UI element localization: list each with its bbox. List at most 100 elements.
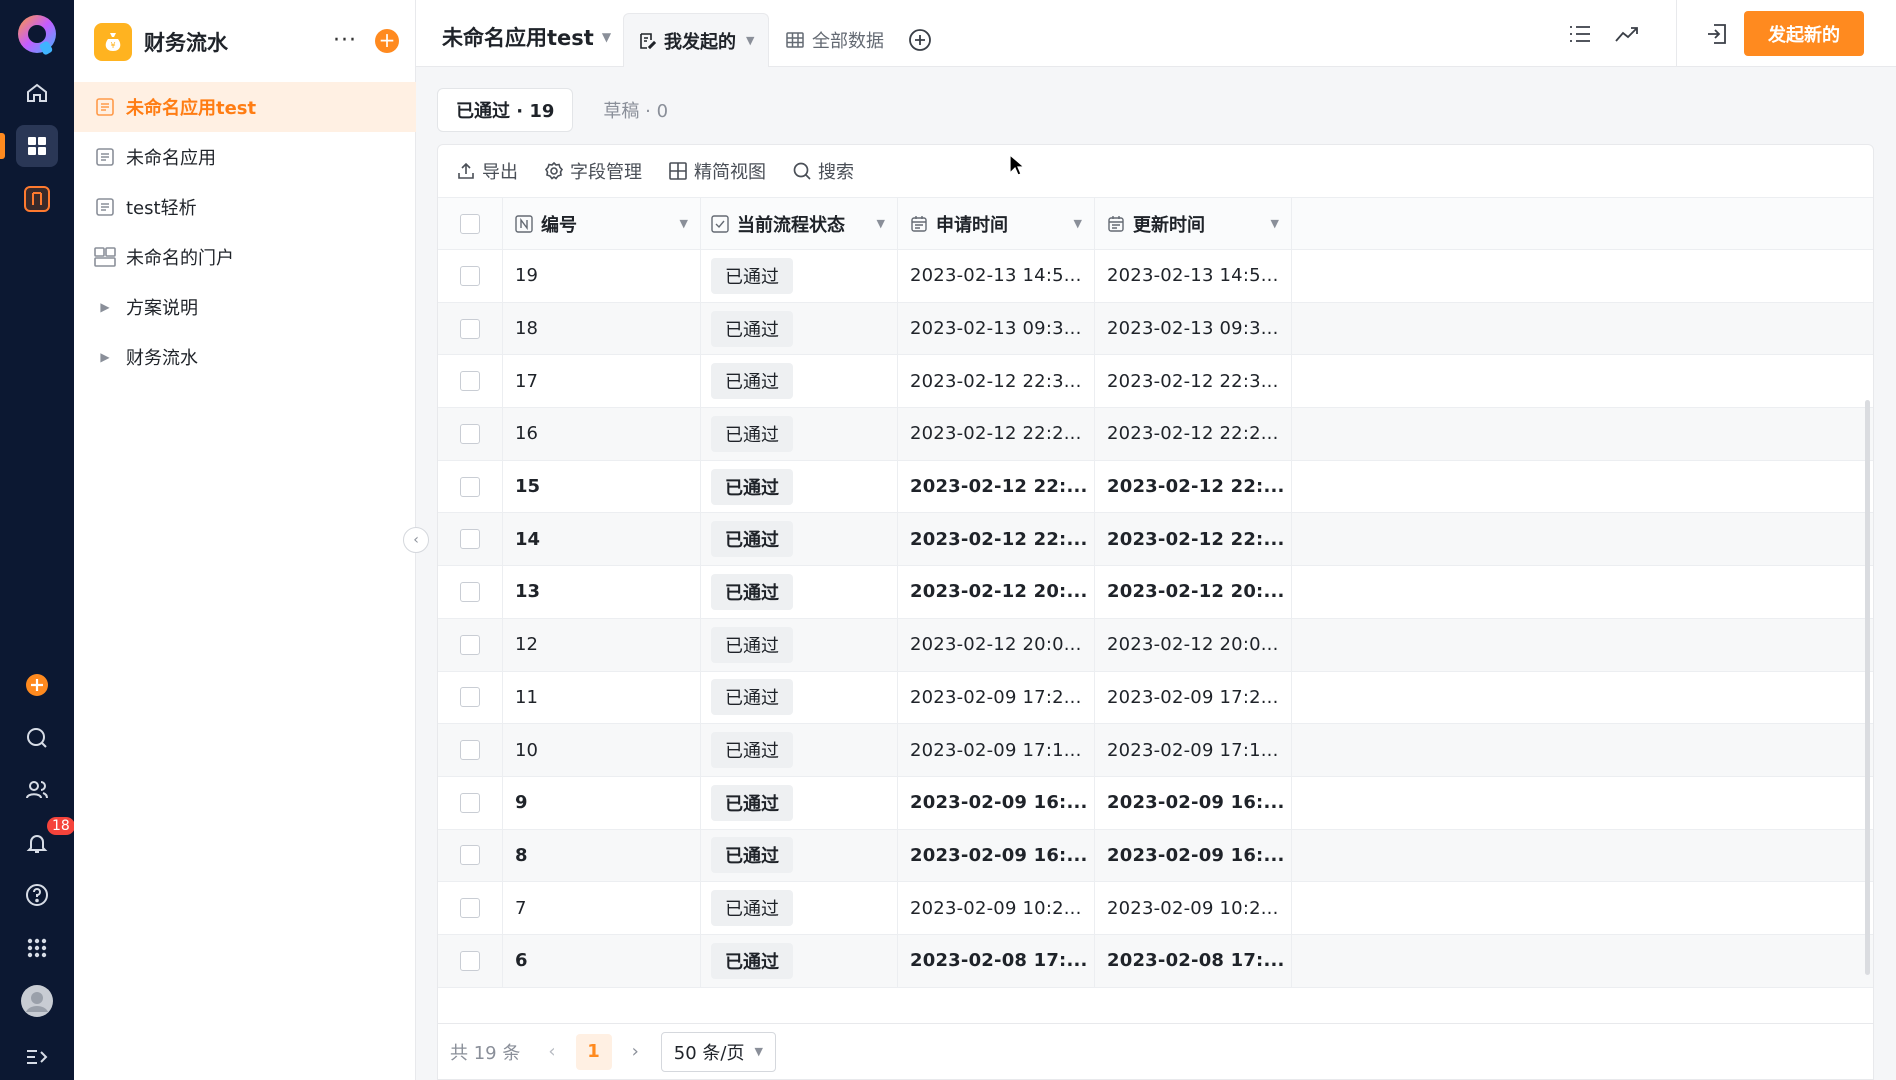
table-row[interactable]: 11 已通过 2023-02-09 17:2... 2023-02-09 17:2..… xyxy=(438,671,1873,725)
row-checkbox[interactable] xyxy=(460,529,480,550)
field-management-label: 字段管理 xyxy=(570,162,642,183)
row-checkbox[interactable] xyxy=(460,845,480,866)
sidebar-item-unnamed-app[interactable]: 未命名应用 xyxy=(74,132,416,182)
row-checkbox[interactable] xyxy=(460,792,480,813)
table-row[interactable]: 13 已通过 2023-02-12 20:... 2023-02-12 20:... xyxy=(438,566,1873,619)
cell-id: 8 xyxy=(503,829,701,882)
status-badge: 已通过 xyxy=(711,573,793,610)
add-view-icon[interactable] xyxy=(908,28,932,52)
cell-status: 已通过 xyxy=(701,724,898,776)
cell-applied-time: 2023-02-13 09:3... xyxy=(898,302,1095,355)
caret-right-icon[interactable]: ▶ xyxy=(94,350,116,364)
tab-drafts[interactable]: 草稿 · 0 xyxy=(585,88,686,132)
chevron-down-icon[interactable]: ▼ xyxy=(680,217,688,230)
table-row[interactable]: 14 已通过 2023-02-12 22:... 2023-02-12 22:... xyxy=(438,513,1873,567)
create-icon[interactable] xyxy=(16,664,58,706)
contacts-icon[interactable] xyxy=(16,769,58,811)
search-icon[interactable] xyxy=(16,717,58,759)
row-checkbox[interactable] xyxy=(460,740,480,761)
select-all-checkbox[interactable] xyxy=(460,213,480,234)
table-row[interactable]: 16 已通过 2023-02-12 22:2... 2023-02-12 22:2..… xyxy=(438,408,1873,461)
chevron-down-icon[interactable]: ▼ xyxy=(1074,217,1082,230)
sidebar-item-portal[interactable]: 未命名的门户 xyxy=(74,232,416,282)
chevron-down-icon[interactable]: ▼ xyxy=(1271,217,1279,230)
list-view-icon[interactable] xyxy=(1566,20,1594,48)
start-new-button[interactable]: 发起新的 xyxy=(1744,11,1864,56)
prev-page-icon[interactable]: ‹ xyxy=(548,1041,555,1062)
expand-nav-icon[interactable] xyxy=(16,1036,58,1078)
row-checkbox[interactable] xyxy=(460,898,480,919)
row-checkbox[interactable] xyxy=(460,581,480,602)
sidebar-item-plan-notes[interactable]: ▶ 方案说明 xyxy=(74,282,416,332)
table-row[interactable]: 10 已通过 2023-02-09 17:1... 2023-02-09 17:1..… xyxy=(438,724,1873,777)
current-page[interactable]: 1 xyxy=(575,1033,612,1070)
row-checkbox[interactable] xyxy=(460,687,480,708)
more-options-icon[interactable]: ··· xyxy=(333,28,357,53)
table-row[interactable]: 12 已通过 2023-02-12 20:0... 2023-02-12 20:0..… xyxy=(438,618,1873,672)
app-name-dropdown[interactable]: 未命名应用test ▼ xyxy=(442,22,611,52)
caret-right-icon[interactable]: ▶ xyxy=(94,300,116,314)
workspace-icon[interactable] xyxy=(16,125,58,167)
field-management-button[interactable]: 字段管理 xyxy=(544,158,642,184)
tab-my-initiated[interactable]: 我发起的 ▼ xyxy=(623,13,770,67)
column-header-status[interactable]: 当前流程状态 ▼ xyxy=(701,198,898,249)
row-checkbox[interactable] xyxy=(460,318,480,339)
row-checkbox[interactable] xyxy=(460,634,480,655)
sidebar-item-finance-flow[interactable]: ▶ 财务流水 xyxy=(74,332,416,382)
apps-grid-icon[interactable] xyxy=(16,927,58,969)
total-count: 共 19 条 xyxy=(450,1042,521,1064)
table-row[interactable]: 18 已通过 2023-02-13 09:3... 2023-02-13 09:3..… xyxy=(438,302,1873,356)
column-header-id[interactable]: 编号 ▼ xyxy=(503,198,701,249)
sidebar-item-unnamed-app-test[interactable]: 未命名应用test xyxy=(74,82,416,132)
table-row[interactable]: 8 已通过 2023-02-09 16:... 2023-02-09 16:... xyxy=(438,829,1873,883)
cell-applied-time: 2023-02-12 22:... xyxy=(898,460,1095,513)
exit-app-icon[interactable] xyxy=(1703,20,1731,48)
select-all-cell xyxy=(438,198,503,249)
collapse-sidebar-icon[interactable]: ‹ xyxy=(403,527,429,553)
row-checkbox[interactable] xyxy=(460,265,480,286)
row-select-cell xyxy=(438,724,503,776)
cell-status: 已通过 xyxy=(701,408,898,460)
table-row[interactable]: 6 已通过 2023-02-08 17:... 2023-02-08 17:... xyxy=(438,934,1873,988)
cell-status: 已通过 xyxy=(701,460,898,513)
table-row[interactable]: 9 已通过 2023-02-09 16:... 2023-02-09 16:... xyxy=(438,776,1873,830)
status-badge: 已通过 xyxy=(711,732,793,769)
help-icon[interactable] xyxy=(16,874,58,916)
column-label: 更新时间 xyxy=(1133,214,1205,236)
table-row[interactable]: 19 已通过 2023-02-13 14:5... 2023-02-13 14:5..… xyxy=(438,250,1873,303)
row-select-cell xyxy=(438,618,503,671)
row-checkbox[interactable] xyxy=(460,371,480,392)
cell-id: 9 xyxy=(503,776,701,829)
add-item-icon[interactable]: + xyxy=(375,29,399,53)
row-filler xyxy=(1292,303,1873,355)
header-filler xyxy=(1292,198,1873,249)
table-row[interactable]: 17 已通过 2023-02-12 22:3... 2023-02-12 22:3..… xyxy=(438,355,1873,409)
gear-icon xyxy=(544,161,564,180)
search-button[interactable]: 搜索 xyxy=(792,158,854,184)
chevron-down-icon[interactable]: ▼ xyxy=(877,217,885,230)
tab-approved[interactable]: 已通过 · 19 xyxy=(437,88,574,132)
trend-chart-icon[interactable] xyxy=(1613,20,1641,48)
table-row[interactable]: 7 已通过 2023-02-09 10:2... 2023-02-09 10:2... xyxy=(438,882,1873,935)
app-shortcut-icon[interactable] xyxy=(16,178,58,220)
export-button[interactable]: 导出 xyxy=(456,158,518,184)
column-header-updated-time[interactable]: 更新时间 ▼ xyxy=(1095,198,1292,249)
cell-status: 已通过 xyxy=(701,829,898,882)
vertical-scrollbar[interactable] xyxy=(1865,400,1870,975)
row-checkbox[interactable] xyxy=(460,423,480,444)
avatar[interactable] xyxy=(16,980,58,1022)
compact-view-button[interactable]: 精简视图 xyxy=(668,158,766,184)
home-icon[interactable] xyxy=(16,72,58,114)
table-row[interactable]: 15 已通过 2023-02-12 22:... 2023-02-12 22:... xyxy=(438,460,1873,514)
cell-updated-time: 2023-02-13 09:3... xyxy=(1095,302,1292,355)
next-page-icon[interactable]: › xyxy=(632,1041,639,1062)
cell-id: 18 xyxy=(503,302,701,355)
cell-applied-time: 2023-02-09 10:2... xyxy=(898,882,1095,934)
sidebar-item-test-analysis[interactable]: test轻析 xyxy=(74,182,416,232)
app-logo-icon[interactable] xyxy=(14,12,60,58)
row-checkbox[interactable] xyxy=(460,476,480,497)
tab-all-data[interactable]: 全部数据 xyxy=(772,13,898,67)
row-checkbox[interactable] xyxy=(460,950,480,971)
column-header-applied-time[interactable]: 申请时间 ▼ xyxy=(898,198,1095,249)
page-size-select[interactable]: 50 条/页 ▼ xyxy=(660,1031,776,1072)
